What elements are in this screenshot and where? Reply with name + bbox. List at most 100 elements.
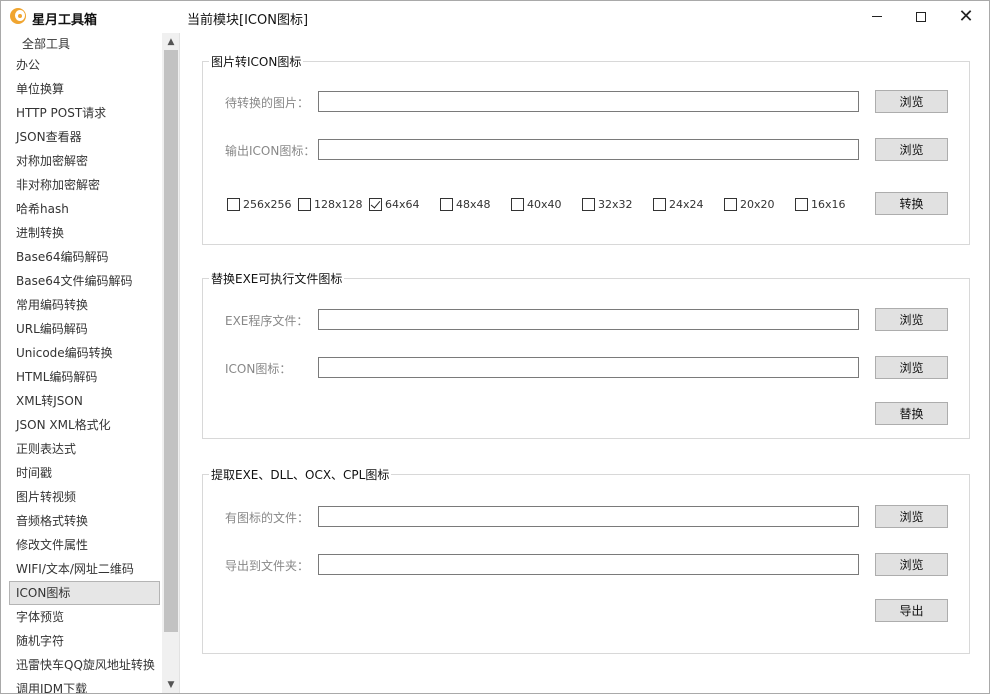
sidebar-item[interactable]: 音频格式转换 [2,509,162,533]
sidebar-item[interactable]: WIFI/文本/网址二维码 [2,557,162,581]
group-title: 替换EXE可执行文件图标 [209,270,345,287]
size-checkbox-label: 48x48 [456,198,491,211]
sidebar-item[interactable]: Base64编码解码 [2,245,162,269]
sidebar-item[interactable]: JSON XML格式化 [2,413,162,437]
size-checkbox-label: 256x256 [243,198,292,211]
tool-sidebar: 全部工具 办公 单位换算 HTTP POST请求 JSON查看器 对称加密解密 非对称加密… [2,33,180,693]
scroll-up-icon[interactable]: ▲ [162,33,179,50]
icon-source-file-input[interactable] [318,506,859,527]
size-checkbox[interactable]: 256x256 [227,198,292,211]
close-button[interactable]: ✕ [943,1,989,32]
sidebar-item[interactable]: Base64文件编码解码 [2,269,162,293]
sidebar-item[interactable]: 办公 [2,53,162,77]
sidebar-item[interactable]: 常用编码转换 [2,293,162,317]
sidebar-item[interactable]: JSON查看器 [2,125,162,149]
sidebar-scrollbar[interactable]: ▲ ▼ [162,33,179,693]
sidebar-item[interactable]: 随机字符 [2,629,162,653]
sidebar-item[interactable]: 进制转换 [2,221,162,245]
sidebar-item[interactable]: HTML编码解码 [2,365,162,389]
sidebar-item[interactable]: URL编码解码 [2,317,162,341]
sidebar-item[interactable]: 单位换算 [2,77,162,101]
sidebar-item[interactable]: 时间戳 [2,461,162,485]
close-icon: ✕ [958,5,974,27]
checkbox-unchecked-icon[interactable] [724,198,737,211]
image-to-icon-group: 图片转ICON图标 待转换的图片： 浏览 输出ICON图标： 浏览 256x25… [202,53,970,245]
icon-source-file-label: 有图标的文件： [225,511,310,525]
output-icon-label: 输出ICON图标： [225,144,316,158]
export-folder-input[interactable] [318,554,859,575]
size-checkbox[interactable]: 16x16 [795,198,846,211]
sidebar-header[interactable]: 全部工具 [22,35,70,52]
checkbox-unchecked-icon[interactable] [511,198,524,211]
icon-file-input[interactable] [318,357,859,378]
export-folder-label: 导出到文件夹： [225,559,310,573]
sidebar-item[interactable]: XML转JSON [2,389,162,413]
size-checkbox-label: 64x64 [385,198,420,211]
exe-file-input[interactable] [318,309,859,330]
size-checkbox[interactable]: 24x24 [653,198,704,211]
sidebar-item[interactable]: 图片转视频 [2,485,162,509]
sidebar-item[interactable]: 哈希hash [2,197,162,221]
browse-output-button[interactable]: 浏览 [875,138,948,161]
module-title: 当前模块[ICON图标] [187,13,309,28]
checkbox-unchecked-icon[interactable] [795,198,808,211]
browse-file-button[interactable]: 浏览 [875,505,948,528]
export-button[interactable]: 导出 [875,599,948,622]
checkbox-checked-icon[interactable] [369,198,382,211]
app-window: 星月工具箱 当前模块[ICON图标] ✕ 全部工具 办公 单位换算 HTTP POS… [0,0,990,694]
sidebar-item[interactable]: HTTP POST请求 [2,101,162,125]
checkbox-unchecked-icon[interactable] [227,198,240,211]
sidebar-item[interactable]: 迅雷快车QQ旋风地址转换 [2,653,162,677]
group-title: 图片转ICON图标 [209,53,304,70]
title-bar[interactable]: 星月工具箱 当前模块[ICON图标] ✕ [1,1,989,32]
sidebar-item[interactable]: 非对称加密解密 [2,173,162,197]
minimize-icon [872,16,882,17]
size-checkbox[interactable]: 128x128 [298,198,363,211]
output-icon-input[interactable] [318,139,859,160]
minimize-button[interactable] [854,1,900,32]
size-checkbox[interactable]: 64x64 [369,198,420,211]
size-checkbox[interactable]: 40x40 [511,198,562,211]
size-checkbox-label: 128x128 [314,198,363,211]
scroll-thumb[interactable] [164,50,178,632]
checkbox-unchecked-icon[interactable] [582,198,595,211]
checkbox-unchecked-icon[interactable] [653,198,666,211]
size-checkbox-label: 24x24 [669,198,704,211]
browse-folder-button[interactable]: 浏览 [875,553,948,576]
sidebar-list: 办公 单位换算 HTTP POST请求 JSON查看器 对称加密解密 非对称加密解密 哈希h… [2,53,162,693]
sidebar-item[interactable]: 对称加密解密 [2,149,162,173]
sidebar-item[interactable]: 修改文件属性 [2,533,162,557]
size-checkbox-label: 16x16 [811,198,846,211]
exe-file-label: EXE程序文件： [225,314,309,328]
size-checkbox[interactable]: 32x32 [582,198,633,211]
checkbox-unchecked-icon[interactable] [440,198,453,211]
extract-icon-group: 提取EXE、DLL、OCX、CPL图标 有图标的文件： 浏览 导出到文件夹： 浏… [202,466,970,654]
maximize-button[interactable] [898,1,944,32]
sidebar-item[interactable]: 调用IDM下载 [2,677,162,693]
browse-source-button[interactable]: 浏览 [875,90,948,113]
sidebar-item[interactable]: Unicode编码转换 [2,341,162,365]
main-content: 图片转ICON图标 待转换的图片： 浏览 输出ICON图标： 浏览 256x25… [181,33,989,693]
sidebar-item[interactable]: 字体预览 [2,605,162,629]
source-image-label: 待转换的图片： [225,96,310,110]
size-checkbox-label: 20x20 [740,198,775,211]
icon-file-label: ICON图标： [225,362,292,376]
convert-button[interactable]: 转换 [875,192,948,215]
scroll-down-icon[interactable]: ▼ [162,676,179,693]
browse-exe-button[interactable]: 浏览 [875,308,948,331]
size-checkbox[interactable]: 20x20 [724,198,775,211]
sidebar-item[interactable]: 正则表达式 [2,437,162,461]
browse-icon-button[interactable]: 浏览 [875,356,948,379]
size-checkbox[interactable]: 48x48 [440,198,491,211]
replace-exe-icon-group: 替换EXE可执行文件图标 EXE程序文件： 浏览 ICON图标： 浏览 替换 [202,270,970,439]
replace-button[interactable]: 替换 [875,402,948,425]
app-title: 星月工具箱 [32,13,98,28]
app-logo-icon [10,8,26,24]
size-checkbox-label: 40x40 [527,198,562,211]
group-title: 提取EXE、DLL、OCX、CPL图标 [209,466,392,483]
source-image-input[interactable] [318,91,859,112]
maximize-icon [916,11,926,22]
size-checkbox-label: 32x32 [598,198,633,211]
checkbox-unchecked-icon[interactable] [298,198,311,211]
sidebar-item[interactable]: ICON图标 [9,581,160,605]
